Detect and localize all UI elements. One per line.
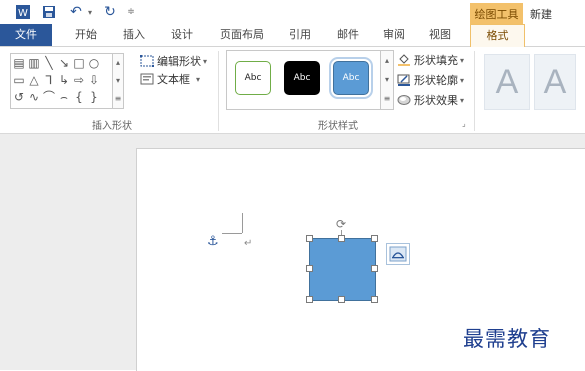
ribbon-body: ▤ ▥ ╲ ↘ □ ○ ▭ △ ⅂ ↳ ⇨ ⇩ ↺ ∿ ⌒ ⌢ { } ▴ ▾ … bbox=[0, 47, 585, 134]
edit-shape-icon bbox=[139, 54, 155, 68]
tab-page-layout[interactable]: 页面布局 bbox=[212, 24, 272, 46]
rounded-rect-shape-icon[interactable]: ▭ bbox=[13, 74, 25, 86]
style-swatch-black[interactable]: Abc bbox=[284, 61, 320, 95]
drawing-tools-context-label: 绘图工具 bbox=[470, 3, 523, 24]
dialog-launcher-icon[interactable]: ⌟ bbox=[462, 119, 466, 128]
tab-references[interactable]: 引用 bbox=[278, 24, 322, 46]
selected-rectangle-shape[interactable] bbox=[309, 238, 376, 301]
vertical-textbox-shape-icon[interactable]: ▥ bbox=[28, 57, 40, 69]
shape-fill-button[interactable]: 形状填充 ▾ bbox=[397, 52, 464, 68]
word-logo-icon: W bbox=[14, 3, 32, 21]
resize-handle[interactable] bbox=[338, 235, 345, 242]
scroll-down-icon[interactable]: ▾ bbox=[381, 70, 393, 89]
right-arrow-shape-icon[interactable]: ⇨ bbox=[73, 74, 85, 86]
tab-mailings[interactable]: 邮件 bbox=[326, 24, 370, 46]
freeform-shape-icon[interactable]: ↺ bbox=[13, 91, 25, 103]
tab-file[interactable]: 文件 bbox=[0, 24, 52, 46]
arc-shape-icon[interactable]: ⌢ bbox=[58, 91, 70, 103]
save-icon[interactable] bbox=[40, 3, 58, 21]
down-arrow-shape-icon[interactable]: ⇩ bbox=[88, 74, 100, 86]
dropdown-arrow-icon: ▾ bbox=[460, 75, 465, 85]
text-box-icon bbox=[140, 73, 154, 85]
triangle-shape-icon[interactable]: △ bbox=[28, 74, 40, 86]
tab-insert[interactable]: 插入 bbox=[112, 24, 156, 46]
wordart-style-1[interactable]: A bbox=[484, 54, 530, 110]
tab-home[interactable]: 开始 bbox=[64, 24, 108, 46]
scribble-shape-icon[interactable]: ∿ bbox=[28, 91, 40, 103]
tab-view[interactable]: 视图 bbox=[418, 24, 462, 46]
scroll-down-icon[interactable]: ▾ bbox=[113, 72, 123, 90]
arrow-line-shape-icon[interactable]: ↘ bbox=[58, 57, 70, 69]
ribbon-tabs: 文件 开始 插入 设计 页面布局 引用 邮件 审阅 视图 格式 bbox=[0, 24, 585, 48]
customize-toolbar-icon[interactable]: ≑ bbox=[126, 3, 136, 21]
anchor-icon[interactable]: ⚓ bbox=[207, 234, 219, 249]
rectangle-shape-icon[interactable]: □ bbox=[73, 57, 85, 69]
right-brace-shape-icon[interactable]: } bbox=[88, 91, 100, 103]
dropdown-arrow-icon: ▾ bbox=[460, 95, 465, 105]
paragraph-mark: ↵ bbox=[244, 238, 253, 249]
margin-corner-mark bbox=[222, 233, 242, 234]
group-separator bbox=[474, 51, 475, 131]
text-box-button[interactable]: 文本框 ▾ bbox=[140, 71, 200, 87]
elbow-arrow-shape-icon[interactable]: ↳ bbox=[58, 74, 70, 86]
paint-bucket-icon bbox=[397, 54, 411, 66]
tab-format[interactable]: 格式 bbox=[470, 24, 525, 48]
resize-handle[interactable] bbox=[371, 265, 378, 272]
styles-gallery-scroll[interactable]: ▴ ▾ ≡ bbox=[380, 51, 393, 109]
dropdown-arrow-icon: ▾ bbox=[196, 74, 201, 84]
wordart-style-2[interactable]: A bbox=[534, 54, 576, 110]
redo-icon[interactable]: ↻ bbox=[102, 3, 118, 21]
dropdown-arrow-icon: ▾ bbox=[203, 56, 208, 66]
style-swatch-blue[interactable]: Abc bbox=[329, 57, 373, 99]
rotate-handle-icon[interactable]: ⟳ bbox=[335, 218, 347, 230]
line-shape-icon[interactable]: ╲ bbox=[43, 57, 55, 69]
style-swatch-outline[interactable]: Abc bbox=[235, 61, 271, 95]
resize-handle[interactable] bbox=[371, 296, 378, 303]
pen-outline-icon bbox=[397, 74, 411, 86]
undo-icon[interactable]: ↶ bbox=[68, 3, 84, 21]
tab-design[interactable]: 设计 bbox=[160, 24, 204, 46]
layout-options-icon[interactable] bbox=[386, 243, 410, 265]
scroll-up-icon[interactable]: ▴ bbox=[113, 54, 123, 72]
resize-handle[interactable] bbox=[338, 296, 345, 303]
watermark-text: 最需教育 bbox=[463, 327, 551, 351]
dropdown-arrow-icon: ▾ bbox=[460, 55, 465, 65]
resize-handle[interactable] bbox=[371, 235, 378, 242]
effects-icon bbox=[397, 94, 411, 106]
textbox-shape-icon[interactable]: ▤ bbox=[13, 57, 25, 69]
oval-shape-icon[interactable]: ○ bbox=[88, 57, 100, 69]
undo-dropdown-icon[interactable]: ▾ bbox=[85, 3, 95, 21]
more-icon[interactable]: ≡ bbox=[113, 90, 123, 108]
svg-text:W: W bbox=[18, 8, 28, 19]
shapes-gallery-scroll[interactable]: ▴ ▾ ≡ bbox=[112, 54, 123, 108]
more-icon[interactable]: ≡ bbox=[381, 89, 393, 108]
margin-corner-mark bbox=[242, 213, 243, 233]
resize-handle[interactable] bbox=[306, 296, 313, 303]
left-brace-shape-icon[interactable]: { bbox=[73, 91, 85, 103]
shapes-gallery[interactable]: ▤ ▥ ╲ ↘ □ ○ ▭ △ ⅂ ↳ ⇨ ⇩ ↺ ∿ ⌒ ⌢ { } ▴ ▾ … bbox=[10, 53, 124, 109]
elbow-connector-shape-icon[interactable]: ⅂ bbox=[43, 74, 55, 86]
new-document-label: 新建 bbox=[530, 7, 552, 21]
shape-styles-group-label: 形状样式 bbox=[318, 121, 358, 132]
shape-styles-gallery[interactable]: Abc Abc Abc ▴ ▾ ≡ bbox=[226, 50, 394, 110]
shape-outline-button[interactable]: 形状轮廓 ▾ bbox=[397, 72, 464, 88]
insert-shapes-group-label: 插入形状 bbox=[92, 121, 132, 132]
curve-shape-icon[interactable]: ⌒ bbox=[43, 91, 55, 103]
tab-review[interactable]: 审阅 bbox=[372, 24, 416, 46]
edit-shape-button[interactable]: 编辑形状 ▾ bbox=[139, 53, 208, 69]
resize-handle[interactable] bbox=[306, 265, 313, 272]
shape-effects-button[interactable]: 形状效果 ▾ bbox=[397, 92, 464, 108]
resize-handle[interactable] bbox=[306, 235, 313, 242]
scroll-up-icon[interactable]: ▴ bbox=[381, 51, 393, 70]
group-separator bbox=[218, 51, 219, 131]
